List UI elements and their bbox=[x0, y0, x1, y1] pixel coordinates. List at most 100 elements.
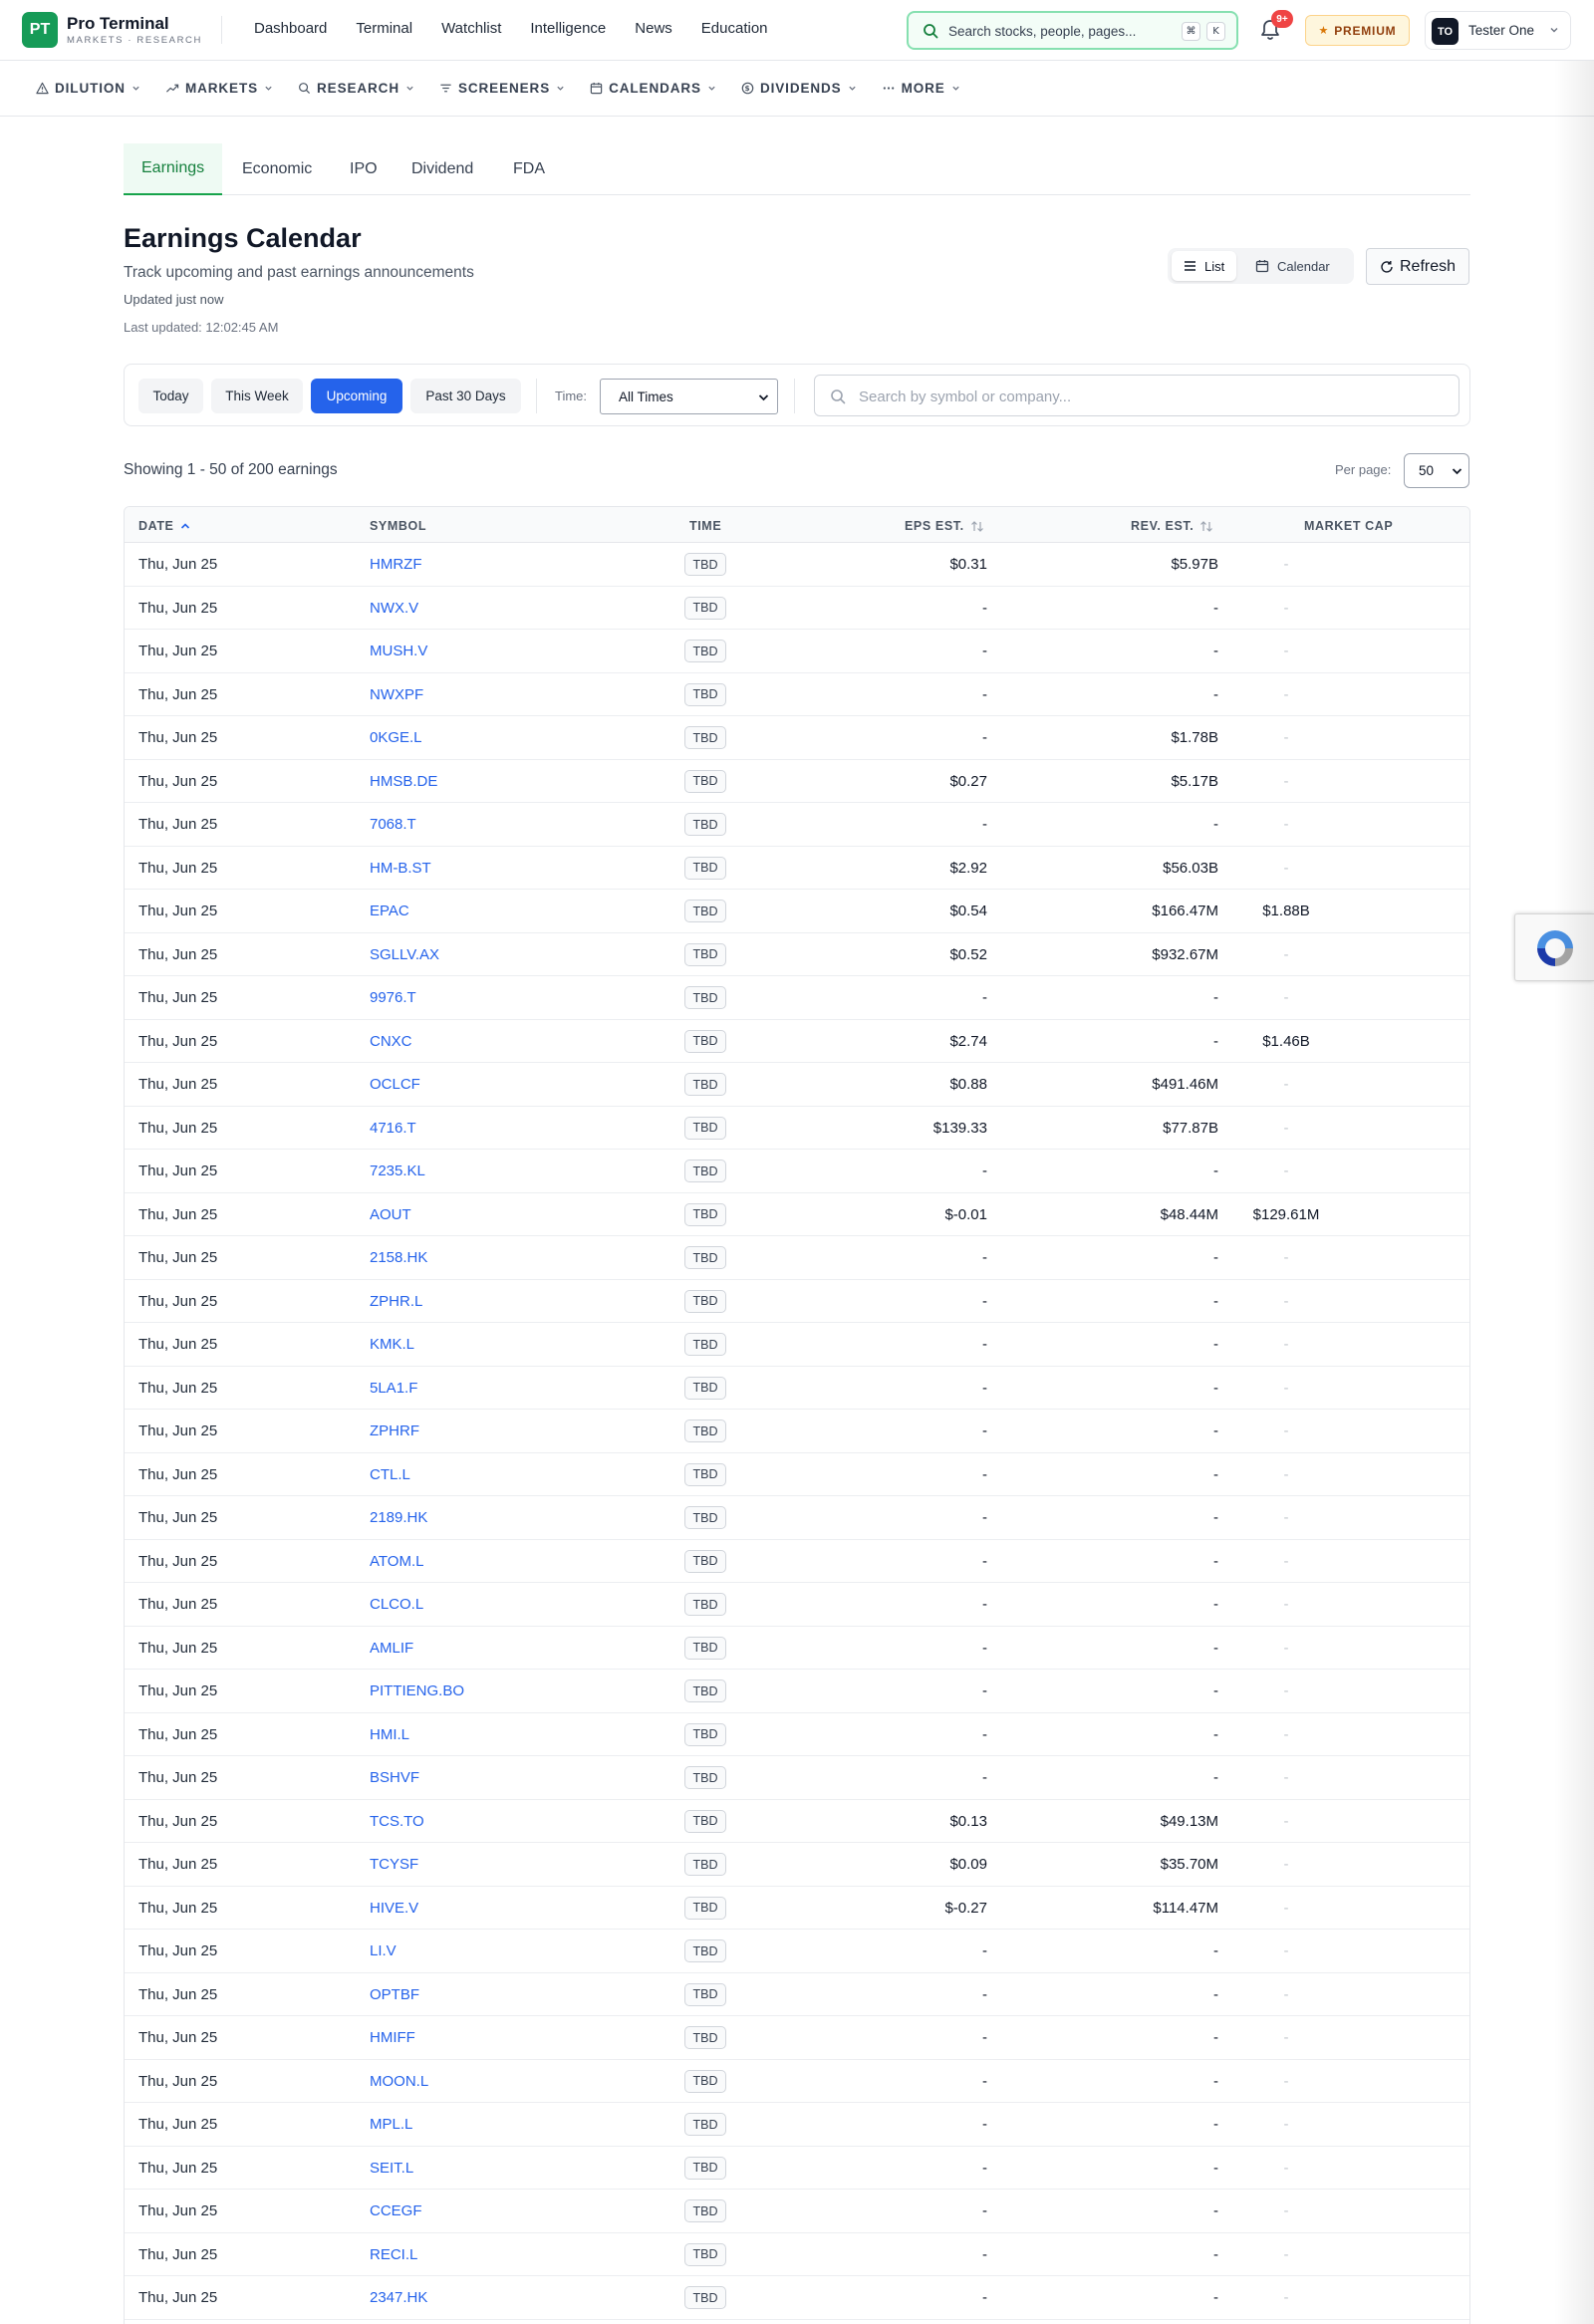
row-symbol-link[interactable]: ATOM.L bbox=[370, 1553, 423, 1570]
table-row[interactable]: Thu, Jun 25 7068.T TBD - - - bbox=[125, 803, 1469, 847]
list-view-button[interactable]: List bbox=[1172, 251, 1237, 281]
brand-name[interactable]: Pro Terminal bbox=[67, 14, 169, 34]
row-symbol-link[interactable]: OPTBF bbox=[370, 1986, 419, 2003]
row-symbol-link[interactable]: MPL.L bbox=[370, 2116, 412, 2133]
table-row[interactable]: Thu, Jun 25 CNXC TBD $2.74 - $1.46B bbox=[125, 1020, 1469, 1063]
column-eps-est[interactable]: EPS EST. bbox=[905, 519, 984, 533]
table-row[interactable]: Thu, Jun 25 HM-B.ST TBD $2.92 $56.03B - bbox=[125, 847, 1469, 890]
row-symbol-link[interactable]: 9976.T bbox=[370, 989, 416, 1006]
subnav-calendars[interactable]: CALENDARS bbox=[590, 81, 716, 96]
row-symbol-link[interactable]: HMSB.DE bbox=[370, 773, 437, 790]
row-symbol-link[interactable]: CCEGF bbox=[370, 2202, 422, 2219]
table-row[interactable]: Thu, Jun 25 7235.KL TBD - - - bbox=[125, 1150, 1469, 1193]
row-symbol-link[interactable]: HMI.L bbox=[370, 1726, 409, 1743]
calendar-view-button[interactable]: Calendar bbox=[1243, 251, 1342, 281]
nav-terminal[interactable]: Terminal bbox=[356, 20, 412, 37]
row-symbol-link[interactable]: OCLCF bbox=[370, 1076, 420, 1093]
subnav-more[interactable]: MORE bbox=[882, 81, 960, 96]
row-symbol-link[interactable]: HMIFF bbox=[370, 2029, 415, 2046]
table-row[interactable]: Thu, Jun 25 PITTIENG.BO TBD - - - bbox=[125, 1670, 1469, 1713]
row-symbol-link[interactable]: 7235.KL bbox=[370, 1162, 425, 1179]
nav-dashboard[interactable]: Dashboard bbox=[254, 20, 327, 37]
table-row[interactable]: Thu, Jun 25 HMSB.DE TBD $0.27 $5.17B - bbox=[125, 760, 1469, 803]
brand-logo[interactable]: PT bbox=[22, 12, 58, 48]
row-symbol-link[interactable]: TCS.TO bbox=[370, 1813, 424, 1830]
recaptcha-badge[interactable] bbox=[1514, 913, 1594, 981]
row-symbol-link[interactable]: ZPHR.L bbox=[370, 1293, 422, 1310]
table-row[interactable]: Thu, Jun 25 KMK.L TBD - - - bbox=[125, 1323, 1469, 1367]
table-row[interactable]: Thu, Jun 25 AOUT TBD $-0.01 $48.44M $129.61M bbox=[125, 1193, 1469, 1236]
row-symbol-link[interactable]: SGLLV.AX bbox=[370, 946, 439, 963]
row-symbol-link[interactable]: KMK.L bbox=[370, 1336, 414, 1353]
row-symbol-link[interactable]: AOUT bbox=[370, 1206, 411, 1223]
column-rev-est[interactable]: REV. EST. bbox=[1131, 519, 1213, 533]
table-row[interactable]: Thu, Jun 25 HMRZF TBD $0.31 $5.97B - bbox=[125, 543, 1469, 587]
table-row[interactable]: Thu, Jun 25 CCEGF TBD - - - bbox=[125, 2190, 1469, 2233]
table-row[interactable]: Thu, Jun 25 EPAC TBD $0.54 $166.47M $1.88B bbox=[125, 890, 1469, 933]
table-row[interactable]: Thu, Jun 25 2347.HK TBD - - - bbox=[125, 2276, 1469, 2320]
row-symbol-link[interactable]: LI.V bbox=[370, 1942, 397, 1959]
nav-watchlist[interactable]: Watchlist bbox=[441, 20, 501, 37]
row-symbol-link[interactable]: 7068.T bbox=[370, 816, 416, 833]
row-symbol-link[interactable]: AMLIF bbox=[370, 1640, 413, 1657]
table-row[interactable]: Thu, Jun 25 BSHVF TBD - - - bbox=[125, 1756, 1469, 1800]
row-symbol-link[interactable]: MOON.L bbox=[370, 2073, 428, 2090]
filter-past-30-days[interactable]: Past 30 Days bbox=[410, 379, 521, 413]
tab-earnings[interactable]: Earnings bbox=[124, 143, 223, 195]
row-symbol-link[interactable]: EPAC bbox=[370, 903, 409, 919]
table-row[interactable]: Thu, Jun 25 SEIT.L TBD - - - bbox=[125, 2147, 1469, 2190]
row-symbol-link[interactable]: 2347.HK bbox=[370, 2289, 427, 2306]
table-row[interactable]: Thu, Jun 25 ZPHRF TBD - - - bbox=[125, 1410, 1469, 1453]
table-row[interactable]: Thu, Jun 25 2189.HK TBD - - - bbox=[125, 1496, 1469, 1540]
tab-ipo[interactable]: IPO bbox=[350, 143, 378, 195]
row-symbol-link[interactable]: SEIT.L bbox=[370, 2160, 413, 2177]
tab-dividend[interactable]: Dividend bbox=[411, 143, 473, 195]
table-row[interactable]: Thu, Jun 25 5LA1.F TBD - - - bbox=[125, 1367, 1469, 1410]
table-row[interactable]: Thu, Jun 25 2158.HK TBD - - - bbox=[125, 1236, 1469, 1280]
row-symbol-link[interactable]: HMRZF bbox=[370, 556, 422, 573]
table-row[interactable]: Thu, Jun 25 NWX.V TBD - - - bbox=[125, 587, 1469, 630]
table-row[interactable]: Thu, Jun 25 ATOM.L TBD - - - bbox=[125, 1540, 1469, 1583]
subnav-dilution[interactable]: DILUTION bbox=[36, 81, 140, 96]
tab-fda[interactable]: FDA bbox=[513, 143, 545, 195]
premium-badge[interactable]: ★ PREMIUM bbox=[1305, 15, 1410, 46]
subnav-dividends[interactable]: $ DIVIDENDS bbox=[741, 81, 857, 96]
row-symbol-link[interactable]: CTL.L bbox=[370, 1466, 410, 1483]
filter-today[interactable]: Today bbox=[138, 379, 203, 413]
table-row[interactable]: Thu, Jun 25 NWXPF TBD - - - bbox=[125, 673, 1469, 716]
row-symbol-link[interactable]: NWX.V bbox=[370, 600, 418, 617]
row-symbol-link[interactable]: MUSH.V bbox=[370, 643, 427, 659]
per-page-select[interactable]: 50 bbox=[1404, 453, 1469, 488]
time-select[interactable]: All Times bbox=[600, 379, 778, 414]
symbol-search-input[interactable]: Search by symbol or company... bbox=[814, 375, 1460, 416]
table-row[interactable]: Thu, Jun 25 MPL.L TBD - - - bbox=[125, 2103, 1469, 2147]
nav-news[interactable]: News bbox=[635, 20, 672, 37]
row-symbol-link[interactable]: CLCO.L bbox=[370, 1596, 423, 1613]
subnav-screeners[interactable]: SCREENERS bbox=[439, 81, 565, 96]
column-date[interactable]: DATE bbox=[138, 519, 190, 533]
table-row[interactable]: Thu, Jun 25 TCYSF TBD $0.09 $35.70M - bbox=[125, 1843, 1469, 1887]
table-row[interactable]: Thu, Jun 25 AMLIF TBD - - - bbox=[125, 1627, 1469, 1670]
table-row[interactable]: Thu, Jun 25 MUSH.V TBD - - - bbox=[125, 630, 1469, 673]
tab-economic[interactable]: Economic bbox=[242, 143, 312, 195]
table-row[interactable]: Thu, Jun 25 CLCO.L TBD - - - bbox=[125, 1583, 1469, 1627]
row-symbol-link[interactable]: HM-B.ST bbox=[370, 860, 431, 877]
table-row[interactable]: Thu, Jun 25 SGLLV.AX TBD $0.52 $932.67M - bbox=[125, 933, 1469, 976]
row-symbol-link[interactable]: TCYSF bbox=[370, 1856, 418, 1873]
row-symbol-link[interactable]: HIVE.V bbox=[370, 1900, 418, 1917]
row-symbol-link[interactable]: ZPHRF bbox=[370, 1422, 419, 1439]
global-search[interactable]: Search stocks, people, pages... ⌘ K bbox=[907, 11, 1238, 50]
row-symbol-link[interactable]: CNXC bbox=[370, 1033, 412, 1050]
user-menu[interactable]: TO Tester One bbox=[1425, 11, 1571, 50]
row-symbol-link[interactable]: 2189.HK bbox=[370, 1509, 427, 1526]
filter-upcoming[interactable]: Upcoming bbox=[311, 379, 402, 413]
table-row[interactable]: Thu, Jun 25 LI.V TBD - - - bbox=[125, 1930, 1469, 1973]
table-row[interactable]: Thu, Jun 25 HIVE.V TBD $-0.27 $114.47M - bbox=[125, 1887, 1469, 1930]
refresh-button[interactable]: Refresh bbox=[1366, 248, 1469, 285]
row-symbol-link[interactable]: 4716.T bbox=[370, 1120, 416, 1137]
table-row[interactable]: Thu, Jun 25 OPTBF TBD - - - bbox=[125, 1973, 1469, 2016]
row-symbol-link[interactable]: 2158.HK bbox=[370, 1249, 427, 1266]
table-row[interactable]: Thu, Jun 25 0KGE.L TBD - $1.78B - bbox=[125, 716, 1469, 760]
table-row[interactable]: Thu, Jun 25 CTL.L TBD - - - bbox=[125, 1453, 1469, 1496]
row-symbol-link[interactable]: 5LA1.F bbox=[370, 1380, 417, 1397]
